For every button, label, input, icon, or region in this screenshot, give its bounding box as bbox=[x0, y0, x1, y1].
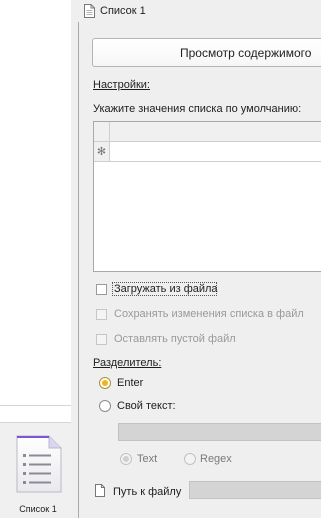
grid-new-row-marker: ✻ bbox=[94, 142, 110, 162]
keep-empty-file-label: Оставлять пустой файл bbox=[114, 333, 236, 345]
default-values-grid[interactable]: ✻ bbox=[93, 121, 321, 272]
canvas-area[interactable] bbox=[0, 0, 71, 424]
separator-enter-label[interactable]: Enter bbox=[117, 377, 143, 389]
defaults-label: Укажите значения списка по умолчанию: bbox=[93, 103, 302, 115]
custom-separator-input[interactable] bbox=[118, 423, 321, 441]
panel-header: Список 1 bbox=[78, 0, 321, 22]
document-icon bbox=[84, 4, 95, 18]
grid-new-row-cell[interactable] bbox=[110, 142, 321, 162]
separator-custom-label[interactable]: Свой текст: bbox=[117, 400, 176, 412]
grid-corner-cell bbox=[94, 122, 110, 142]
separator-custom-radio[interactable] bbox=[99, 400, 111, 412]
load-from-file-label[interactable]: Загружать из файла bbox=[114, 283, 218, 295]
load-from-file-checkbox[interactable] bbox=[96, 284, 107, 295]
mode-regex-radio[interactable] bbox=[184, 453, 196, 465]
node-caption: Список 1 bbox=[19, 504, 57, 514]
preview-contents-label: Просмотр содержимого bbox=[180, 46, 312, 60]
list-document-icon[interactable] bbox=[15, 434, 63, 494]
mode-regex-label: Regex bbox=[200, 453, 232, 465]
canvas-scrollbar[interactable] bbox=[0, 405, 71, 423]
panel-title: Список 1 bbox=[100, 5, 146, 17]
separator-heading: Разделитель: bbox=[93, 357, 162, 369]
grid-column-header[interactable] bbox=[110, 122, 321, 142]
separator-enter-radio[interactable] bbox=[99, 377, 111, 389]
preview-contents-button[interactable]: Просмотр содержимого bbox=[92, 38, 321, 67]
file-path-label: Путь к файлу bbox=[113, 486, 182, 498]
file-icon bbox=[95, 484, 105, 497]
file-path-input[interactable] bbox=[189, 481, 321, 499]
mode-text-label: Text bbox=[137, 453, 158, 465]
save-changes-checkbox[interactable] bbox=[96, 309, 107, 320]
settings-heading: Настройки: bbox=[93, 79, 150, 91]
mode-text-radio[interactable] bbox=[120, 453, 132, 465]
save-changes-label: Сохранять изменения списка в файл bbox=[114, 308, 304, 320]
keep-empty-file-checkbox[interactable] bbox=[96, 334, 107, 345]
